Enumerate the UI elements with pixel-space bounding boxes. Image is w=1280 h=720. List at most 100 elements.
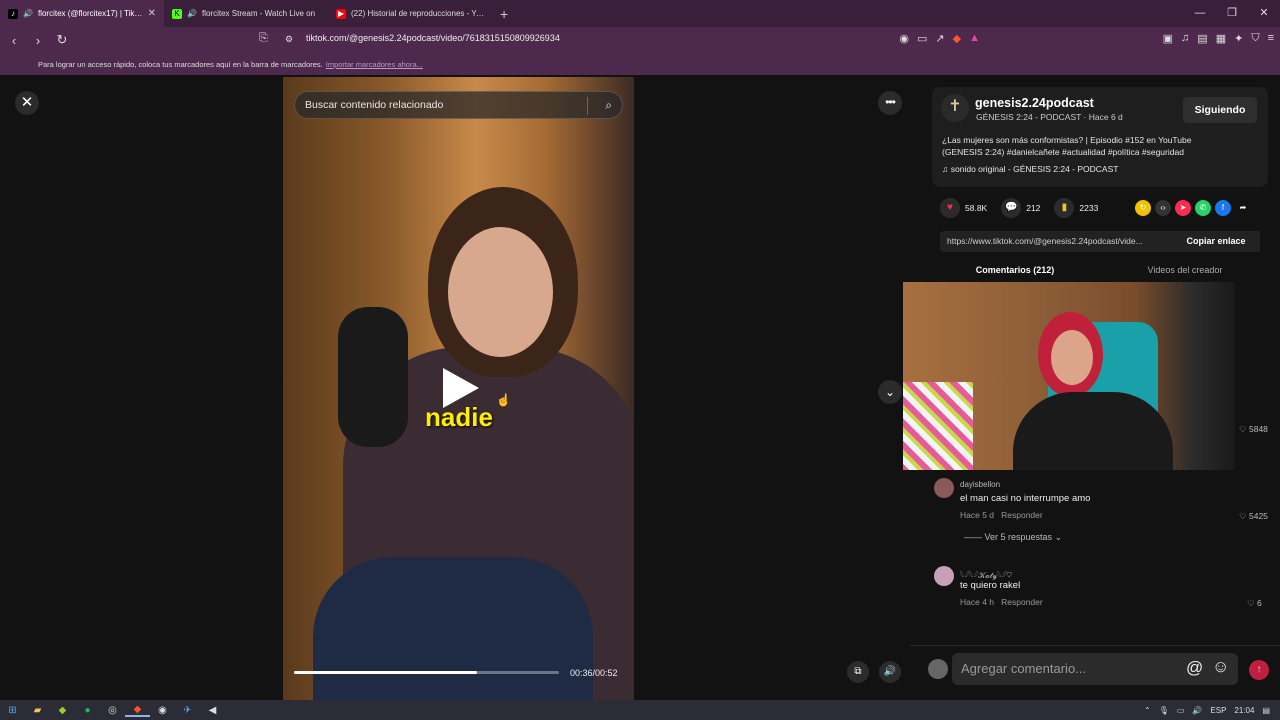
video-face: [448, 227, 553, 357]
related-search-placeholder: Buscar contenido relacionado: [305, 99, 444, 111]
app-icon-2[interactable]: ◀: [200, 705, 225, 716]
commenter-name[interactable]: 𓆩𓆪𓆩𓆪𝒦𝒶𝓉𝓎𓆩𓆪♡: [960, 567, 1012, 581]
clock[interactable]: 21:04: [1234, 706, 1254, 715]
reply-link[interactable]: Responder: [1001, 597, 1043, 607]
minimize-icon[interactable]: —: [1184, 0, 1216, 27]
tab-comments[interactable]: Comentarios (212): [930, 265, 1100, 283]
search-icon[interactable]: ⌕: [605, 98, 612, 113]
save-button[interactable]: ▮ 2233: [1054, 198, 1098, 218]
language-indicator[interactable]: ESP: [1210, 706, 1226, 715]
vpn-icon[interactable]: ⛉: [1251, 32, 1259, 45]
reply-link[interactable]: Responder: [1001, 510, 1043, 520]
brave-rewards-icon[interactable]: ▲: [969, 32, 980, 45]
video-microphone: [338, 307, 408, 447]
next-video-button[interactable]: ⌄: [878, 380, 902, 404]
forward-icon[interactable]: ›: [28, 33, 48, 48]
search-divider: [587, 97, 588, 115]
mention-icon[interactable]: @: [1186, 658, 1203, 678]
commenter-avatar[interactable]: [934, 566, 954, 586]
menu-icon[interactable]: ≡: [1268, 32, 1274, 45]
kick-icon: K: [172, 8, 182, 19]
tab-search-icon[interactable]: ▣: [1163, 32, 1173, 45]
share-more-icon[interactable]: ➦: [1235, 200, 1251, 216]
minecraft-icon[interactable]: ◆: [50, 705, 75, 716]
audio-icon[interactable]: 🔊: [23, 9, 33, 18]
import-bookmarks-link[interactable]: Importar marcadores ahora...: [326, 60, 423, 69]
comment-button[interactable]: 💬 212: [1001, 198, 1040, 218]
screen-icon[interactable]: ▭: [917, 32, 927, 45]
volume-tray-icon[interactable]: 🔊: [1192, 706, 1202, 715]
webcam-face: [1051, 330, 1093, 385]
repost-icon[interactable]: ↻: [1135, 200, 1151, 216]
tray-expand-icon[interactable]: ⌃: [1144, 706, 1151, 715]
browser-toolbar: ▣ ♫ ▤ ▦ ✦ ⛉ ≡: [1163, 32, 1274, 45]
wallet-icon[interactable]: ▦: [1216, 32, 1226, 45]
notifications-icon[interactable]: ▤: [1262, 706, 1270, 715]
related-search-input[interactable]: Buscar contenido relacionado ⌕: [294, 91, 623, 119]
leo-ai-icon[interactable]: ✦: [1234, 32, 1243, 45]
comment-like[interactable]: ♡ 6: [1247, 598, 1262, 609]
close-tab-icon[interactable]: ✕: [148, 8, 156, 19]
comment-like[interactable]: ♡ 5425: [1239, 511, 1268, 522]
close-video-button[interactable]: ✕: [15, 91, 39, 115]
video-time: 00:36/00:52: [570, 668, 618, 678]
tab-youtube[interactable]: ▶ (22) Historial de reproducciones - You: [328, 0, 492, 27]
creator-username[interactable]: genesis2.24podcast: [975, 96, 1094, 110]
site-info-icon[interactable]: ⚙: [285, 34, 293, 45]
whatsapp-icon[interactable]: ✆: [1195, 200, 1211, 216]
close-window-icon[interactable]: ✕: [1248, 0, 1280, 27]
more-options-button[interactable]: •••: [878, 91, 902, 115]
facebook-icon[interactable]: f: [1215, 200, 1231, 216]
network-icon[interactable]: ▭: [1177, 706, 1185, 715]
app-icon[interactable]: ✈: [175, 705, 200, 716]
spotify-icon[interactable]: ●: [75, 705, 100, 716]
comment-meta: Hace 5 d Responder: [960, 510, 1043, 520]
tab-tiktok[interactable]: ♪ 🔊 florcitex (@florcitex17) | TikTo ✕: [0, 0, 164, 27]
embed-icon[interactable]: ‹›: [1155, 200, 1171, 216]
post-description: ¿Las mujeres son más conformistas? | Epi…: [942, 135, 1192, 157]
commenter-avatar[interactable]: [934, 478, 954, 498]
reload-icon[interactable]: ↻: [52, 32, 72, 48]
view-replies[interactable]: —— Ver 5 respuestas ⌄: [964, 532, 1062, 543]
back-icon[interactable]: ‹: [4, 33, 24, 48]
music-info[interactable]: ♫ sonido original - GÉNESIS 2:24 - PODCA…: [942, 164, 1118, 174]
floating-player-icon[interactable]: ⧉: [847, 661, 869, 683]
send-to-friends-icon[interactable]: ➤: [1175, 200, 1191, 216]
file-explorer-icon[interactable]: ▰: [25, 705, 50, 716]
audio-icon[interactable]: 🔊: [187, 9, 197, 18]
tab-title: florcitex Stream - Watch Live on: [201, 9, 316, 18]
like-button[interactable]: ♥ 58.8K: [940, 198, 987, 218]
tab-kick[interactable]: K 🔊 florcitex Stream - Watch Live on: [164, 0, 328, 27]
volume-icon[interactable]: 🔊: [879, 661, 901, 683]
comment-like[interactable]: ♡ 5848: [1239, 424, 1268, 435]
microphone-icon[interactable]: 🎙: [1159, 706, 1169, 715]
bookmark-icon[interactable]: ⎘: [259, 32, 268, 45]
comment-like-count: 5425: [1248, 511, 1268, 521]
creator-avatar[interactable]: ✝: [941, 94, 969, 122]
comment-text: te quiero rakel: [960, 580, 1021, 591]
mouse-cursor-icon: ☝: [496, 393, 511, 407]
following-button[interactable]: Siguiendo: [1183, 97, 1257, 123]
new-tab-button[interactable]: +: [500, 6, 508, 22]
tab-creator-videos[interactable]: Videos del creador: [1100, 265, 1270, 283]
brave-shield-icon[interactable]: ◆: [953, 32, 961, 45]
share-page-icon[interactable]: ↗: [935, 32, 944, 45]
system-tray: ⌃ 🎙 ▭ 🔊 ESP 21:04 ▤: [1144, 700, 1270, 720]
windows-start-icon[interactable]: ⊞: [0, 705, 25, 716]
music-note-icon: ♫: [942, 164, 951, 174]
restore-icon[interactable]: ❐: [1216, 0, 1248, 27]
brave-browser-icon[interactable]: ◆: [125, 704, 150, 717]
commenter-name[interactable]: dayisbellon: [960, 480, 1000, 489]
webcam-cushion: [903, 382, 973, 470]
media-icon[interactable]: ♫: [1181, 32, 1189, 45]
steam-icon[interactable]: ◉: [150, 705, 175, 716]
emoji-icon[interactable]: ☺: [1212, 657, 1229, 677]
obs-icon[interactable]: ◎: [100, 705, 125, 716]
video-jeans: [313, 557, 593, 700]
copy-link-button[interactable]: Copiar enlace: [1172, 231, 1260, 252]
cast-icon[interactable]: ◉: [899, 32, 909, 45]
sidebar-icon[interactable]: ▤: [1197, 32, 1207, 45]
video-progress-bar[interactable]: [294, 671, 559, 674]
send-comment-button[interactable]: ↑: [1249, 660, 1269, 680]
address-bar[interactable]: tiktok.com/@genesis2.24podcast/video/761…: [306, 33, 560, 43]
